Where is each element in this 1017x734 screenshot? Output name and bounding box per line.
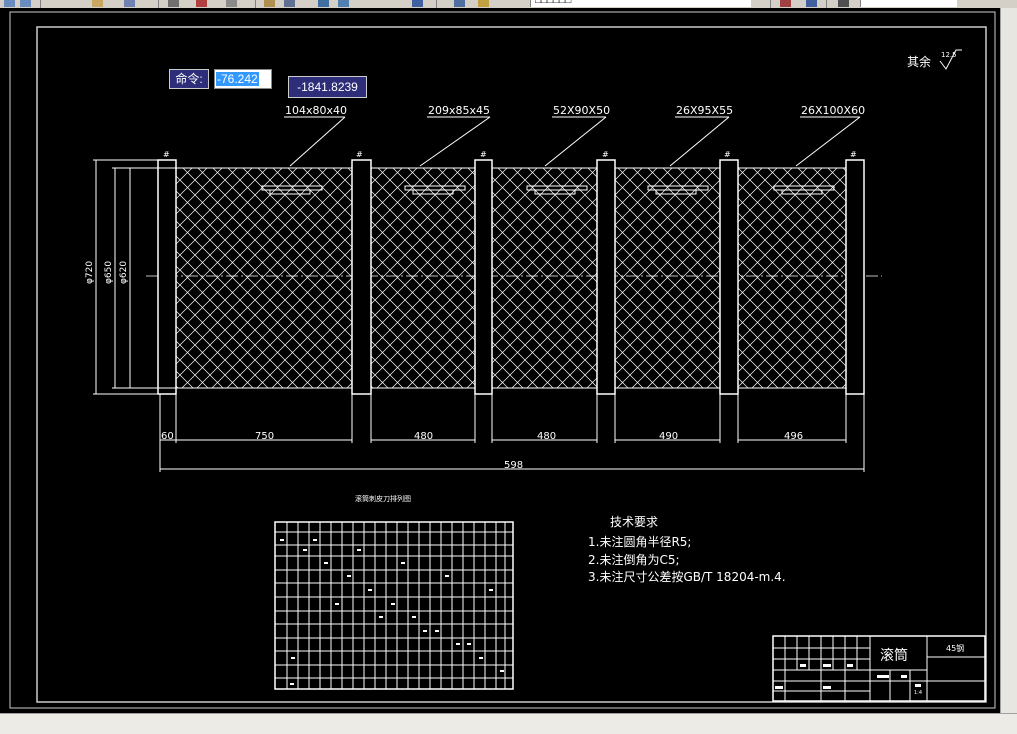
title-block-scale: 1:4	[914, 690, 922, 696]
diameter-label: φ650	[104, 261, 114, 284]
section-mark: #	[724, 150, 731, 159]
title-block-name: 滚筒	[880, 647, 908, 664]
dimension-value: 490	[659, 431, 678, 442]
roughness-note: 其余	[907, 54, 931, 69]
command-input-value: -76.242	[216, 72, 259, 86]
flange	[474, 159, 493, 395]
tech-item: 2.未注倒角为C5;	[588, 552, 680, 567]
vertical-scrollbar[interactable]	[1000, 8, 1017, 713]
cut-icon[interactable]	[196, 0, 207, 7]
table-caption: 滚筒刺皮刀排列图	[355, 494, 411, 503]
paste-icon[interactable]	[264, 0, 275, 7]
knife-section	[175, 167, 353, 389]
color-icon[interactable]	[780, 0, 791, 7]
properties-icon[interactable]	[338, 0, 349, 7]
dimension-total: 598	[504, 460, 523, 471]
plot-style-icon[interactable]	[838, 0, 849, 7]
toolbar-separator	[826, 0, 827, 8]
dimension-value: 60	[161, 431, 174, 442]
section-label: 104x80x40	[285, 104, 347, 117]
knife-sections	[175, 167, 847, 389]
linetype-icon[interactable]	[806, 0, 817, 7]
toolbar-separator	[255, 0, 256, 8]
save-icon[interactable]	[124, 0, 135, 7]
open-icon[interactable]	[92, 0, 103, 7]
status-bar	[0, 713, 1017, 734]
flange	[596, 159, 616, 395]
section-label: 26X95X55	[676, 104, 733, 117]
command-input[interactable]: -76.242	[214, 69, 272, 89]
tech-item: 1.未注圆角半径R5;	[588, 534, 691, 549]
knife-section	[614, 167, 721, 389]
tech-item: 3.未注尺寸公差按GB/T 18204-m.4.	[588, 569, 786, 584]
knife-section	[370, 167, 476, 389]
match-icon[interactable]	[284, 0, 295, 7]
undo-icon[interactable]	[4, 0, 15, 7]
section-mark: #	[163, 150, 170, 159]
cad-drawing: 其余 12.5 104x80x40 209x85x45 52X90X50 26X…	[9, 11, 996, 709]
title-block-material: 45钢	[946, 643, 964, 653]
plot-style-dropdown[interactable]	[860, 0, 957, 7]
layer-state-icon[interactable]	[454, 0, 465, 7]
toolbar-separator	[436, 0, 437, 8]
layer-sun-icon[interactable]	[478, 0, 489, 7]
help-icon[interactable]	[412, 0, 423, 7]
diameter-label: φ720	[85, 261, 95, 284]
command-label: 命令:	[169, 69, 209, 89]
toolbar-separator	[158, 0, 159, 8]
section-label: 26X100X60	[801, 104, 865, 117]
redo-icon[interactable]	[20, 0, 31, 7]
dimension-value: 480	[414, 431, 433, 442]
section-leaders	[284, 116, 861, 167]
dimension-value: 496	[784, 431, 803, 442]
toolbar-separator	[770, 0, 771, 8]
layer-dropdown-text: □□□□□□	[535, 0, 572, 6]
knife-section	[491, 167, 598, 389]
arrangement-ticks	[280, 539, 504, 685]
section-mark: #	[602, 150, 609, 159]
roughness-value: 12.5	[941, 51, 957, 59]
toolbar-separator	[40, 0, 41, 8]
knife-section	[737, 167, 847, 389]
coordinate-readout: -1841.8239	[288, 76, 367, 98]
flange	[845, 159, 865, 395]
section-label: 209x85x45	[428, 104, 490, 117]
diameter-label: φ620	[119, 261, 129, 284]
section-mark: #	[356, 150, 363, 159]
flange	[719, 159, 739, 395]
print-icon[interactable]	[168, 0, 179, 7]
flange	[157, 159, 177, 395]
flange	[351, 159, 372, 395]
layer-dropdown[interactable]: □□□□□□	[530, 0, 751, 7]
arrangement-grid	[274, 521, 514, 690]
section-mark: #	[850, 150, 857, 159]
dimension-value: 480	[537, 431, 556, 442]
section-mark: #	[480, 150, 487, 159]
section-label: 52X90X50	[553, 104, 610, 117]
drawing-canvas[interactable]: 其余 12.5 104x80x40 209x85x45 52X90X50 26X…	[0, 8, 1000, 713]
layer-icon[interactable]	[318, 0, 329, 7]
tech-title: 技术要求	[610, 515, 658, 529]
copy-icon[interactable]	[226, 0, 237, 7]
dimension-value: 750	[255, 431, 274, 442]
